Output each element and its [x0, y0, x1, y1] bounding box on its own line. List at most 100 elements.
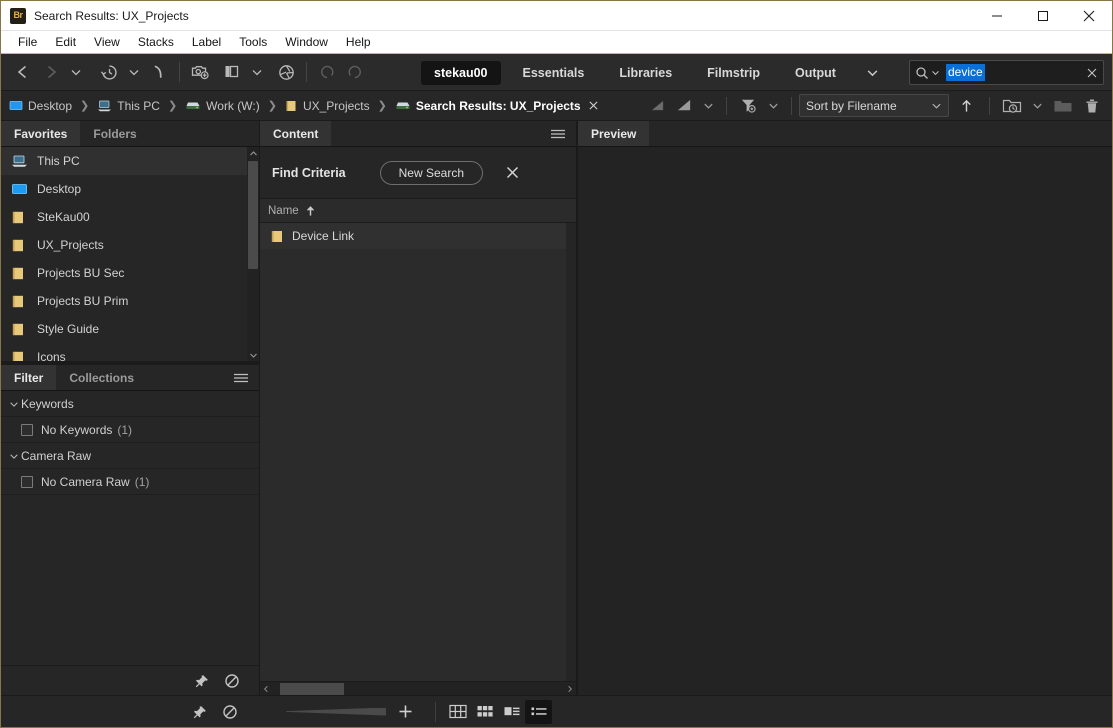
tab-folders[interactable]: Folders: [80, 121, 149, 146]
menu-stacks[interactable]: Stacks: [129, 32, 183, 52]
plus-icon[interactable]: [398, 704, 413, 719]
keep-filter-pin-icon[interactable]: [185, 699, 215, 725]
panel-menu-icon[interactable]: [540, 121, 576, 146]
chevron-down-icon[interactable]: [698, 94, 719, 118]
content-column-header[interactable]: Name: [260, 199, 576, 223]
slider-track[interactable]: [286, 707, 386, 716]
workspace-tab-essentials[interactable]: Essentials: [510, 61, 598, 85]
hscrollbar-thumb[interactable]: [280, 682, 344, 695]
scrollbar-thumb[interactable]: [248, 161, 258, 269]
menu-help[interactable]: Help: [337, 32, 380, 52]
trash-icon[interactable]: [1078, 94, 1106, 118]
filter-group-keywords[interactable]: Keywords: [1, 391, 259, 417]
favorite-item-ux-projects[interactable]: UX_Projects: [1, 231, 259, 259]
view-mode-details-icon[interactable]: [498, 700, 525, 724]
favorite-item-desktop[interactable]: Desktop: [1, 175, 259, 203]
workspace-tab-filmstrip[interactable]: Filmstrip: [694, 61, 773, 85]
workspace-tab-output[interactable]: Output: [782, 61, 849, 85]
workspace-tab-libraries[interactable]: Libraries: [606, 61, 685, 85]
camera-raw-icon[interactable]: [272, 58, 300, 86]
maximize-button[interactable]: [1020, 1, 1066, 31]
list-item[interactable]: Device Link: [260, 223, 576, 249]
clear-filter-icon[interactable]: [215, 699, 245, 725]
menu-label[interactable]: Label: [183, 32, 230, 52]
new-folder-icon[interactable]: [1048, 94, 1078, 118]
hscrollbar-track[interactable]: [272, 682, 564, 696]
chevron-right-icon[interactable]: [564, 685, 576, 693]
chevron-down-icon[interactable]: [858, 66, 887, 79]
filter-row-no-keywords[interactable]: No Keywords (1): [1, 417, 259, 443]
breadcrumb-item-search-results[interactable]: Search Results: UX_Projects: [395, 99, 599, 113]
content-horizontal-scrollbar[interactable]: [260, 681, 576, 695]
arrow-up-icon[interactable]: [951, 94, 982, 118]
new-search-button[interactable]: New Search: [379, 160, 483, 185]
minimize-button[interactable]: [974, 1, 1020, 31]
breadcrumb-item-work-drive[interactable]: Work (W:): [185, 99, 260, 113]
favorite-item-stekau00[interactable]: SteKau00: [1, 203, 259, 231]
chevron-down-icon[interactable]: [65, 58, 87, 86]
favorite-item-style-guide[interactable]: Style Guide: [1, 315, 259, 343]
search-input-value[interactable]: device: [946, 64, 985, 81]
tab-content[interactable]: Content: [260, 121, 332, 146]
chevron-down-icon[interactable]: [763, 94, 784, 118]
chevron-down-icon[interactable]: [931, 68, 940, 77]
filter-rating-icon[interactable]: [644, 94, 671, 118]
breadcrumb-item-this-pc[interactable]: This PC: [97, 99, 160, 113]
tab-filter[interactable]: Filter: [1, 365, 57, 390]
breadcrumb-item-desktop[interactable]: Desktop: [9, 99, 72, 113]
menu-file[interactable]: File: [9, 32, 46, 52]
tab-collections[interactable]: Collections: [56, 365, 147, 390]
chevron-up-icon[interactable]: [249, 147, 258, 159]
keep-filter-pin-icon[interactable]: [187, 668, 217, 694]
back-icon[interactable]: [9, 58, 37, 86]
filter-row-no-camera-raw[interactable]: No Camera Raw (1): [1, 469, 259, 495]
new-folder-recent-icon[interactable]: [997, 94, 1027, 118]
scrollbar-track[interactable]: [247, 159, 259, 349]
menu-edit[interactable]: Edit: [46, 32, 85, 52]
favorite-item-icons[interactable]: Icons: [1, 343, 259, 361]
chevron-down-icon[interactable]: [123, 58, 145, 86]
menu-view[interactable]: View: [85, 32, 129, 52]
favorites-scrollbar[interactable]: [247, 147, 259, 361]
search-input[interactable]: device: [909, 60, 1104, 85]
checkbox[interactable]: [21, 475, 33, 488]
favorite-item-projects-bu-sec[interactable]: Projects BU Sec: [1, 259, 259, 287]
forward-icon[interactable]: [37, 58, 65, 86]
refine-stack-icon[interactable]: [218, 58, 246, 86]
thumbnail-size-slider[interactable]: [286, 704, 427, 719]
sort-rating-icon[interactable]: [671, 94, 698, 118]
breadcrumb-label: UX_Projects: [302, 98, 370, 113]
panel-menu-icon[interactable]: [223, 365, 259, 390]
view-mode-list-icon[interactable]: [525, 699, 552, 724]
view-mode-thumbnails-icon[interactable]: [471, 700, 498, 724]
view-mode-grid-icon[interactable]: [444, 700, 471, 724]
favorite-item-projects-bu-prim[interactable]: Projects BU Prim: [1, 287, 259, 315]
content-vertical-scrollbar[interactable]: [566, 223, 576, 681]
chevron-left-icon[interactable]: [260, 685, 272, 693]
favorite-item-this-pc[interactable]: This PC: [1, 147, 259, 175]
clear-filter-icon[interactable]: [217, 668, 247, 694]
menu-tools[interactable]: Tools: [230, 32, 276, 52]
tab-favorites[interactable]: Favorites: [1, 121, 81, 146]
chevron-down-icon[interactable]: [246, 58, 268, 86]
sort-select[interactable]: Sort by Filename: [799, 94, 949, 117]
workspace-switcher: stekau00 Essentials Libraries Filmstrip …: [421, 54, 887, 91]
boomerang-icon[interactable]: [145, 58, 173, 86]
menu-window[interactable]: Window: [276, 32, 337, 52]
close-icon[interactable]: [588, 100, 599, 111]
filter-group-camera-raw[interactable]: Camera Raw: [1, 443, 259, 469]
recent-history-icon[interactable]: [95, 58, 123, 86]
workspace-tab-stekau00[interactable]: stekau00: [421, 60, 501, 85]
checkbox[interactable]: [21, 423, 33, 436]
breadcrumb-item-ux-projects[interactable]: UX_Projects: [285, 99, 370, 113]
close-button[interactable]: [1066, 1, 1112, 31]
tab-preview[interactable]: Preview: [578, 121, 650, 146]
chevron-down-icon[interactable]: [249, 349, 258, 361]
close-icon[interactable]: [1086, 67, 1098, 79]
rotate-counterclockwise-icon[interactable]: [313, 58, 341, 86]
get-photos-from-camera-icon[interactable]: [186, 58, 214, 86]
close-icon[interactable]: [505, 165, 520, 180]
filter-funnel-icon[interactable]: [734, 94, 763, 118]
chevron-down-icon[interactable]: [1027, 94, 1048, 118]
rotate-clockwise-icon[interactable]: [341, 58, 369, 86]
